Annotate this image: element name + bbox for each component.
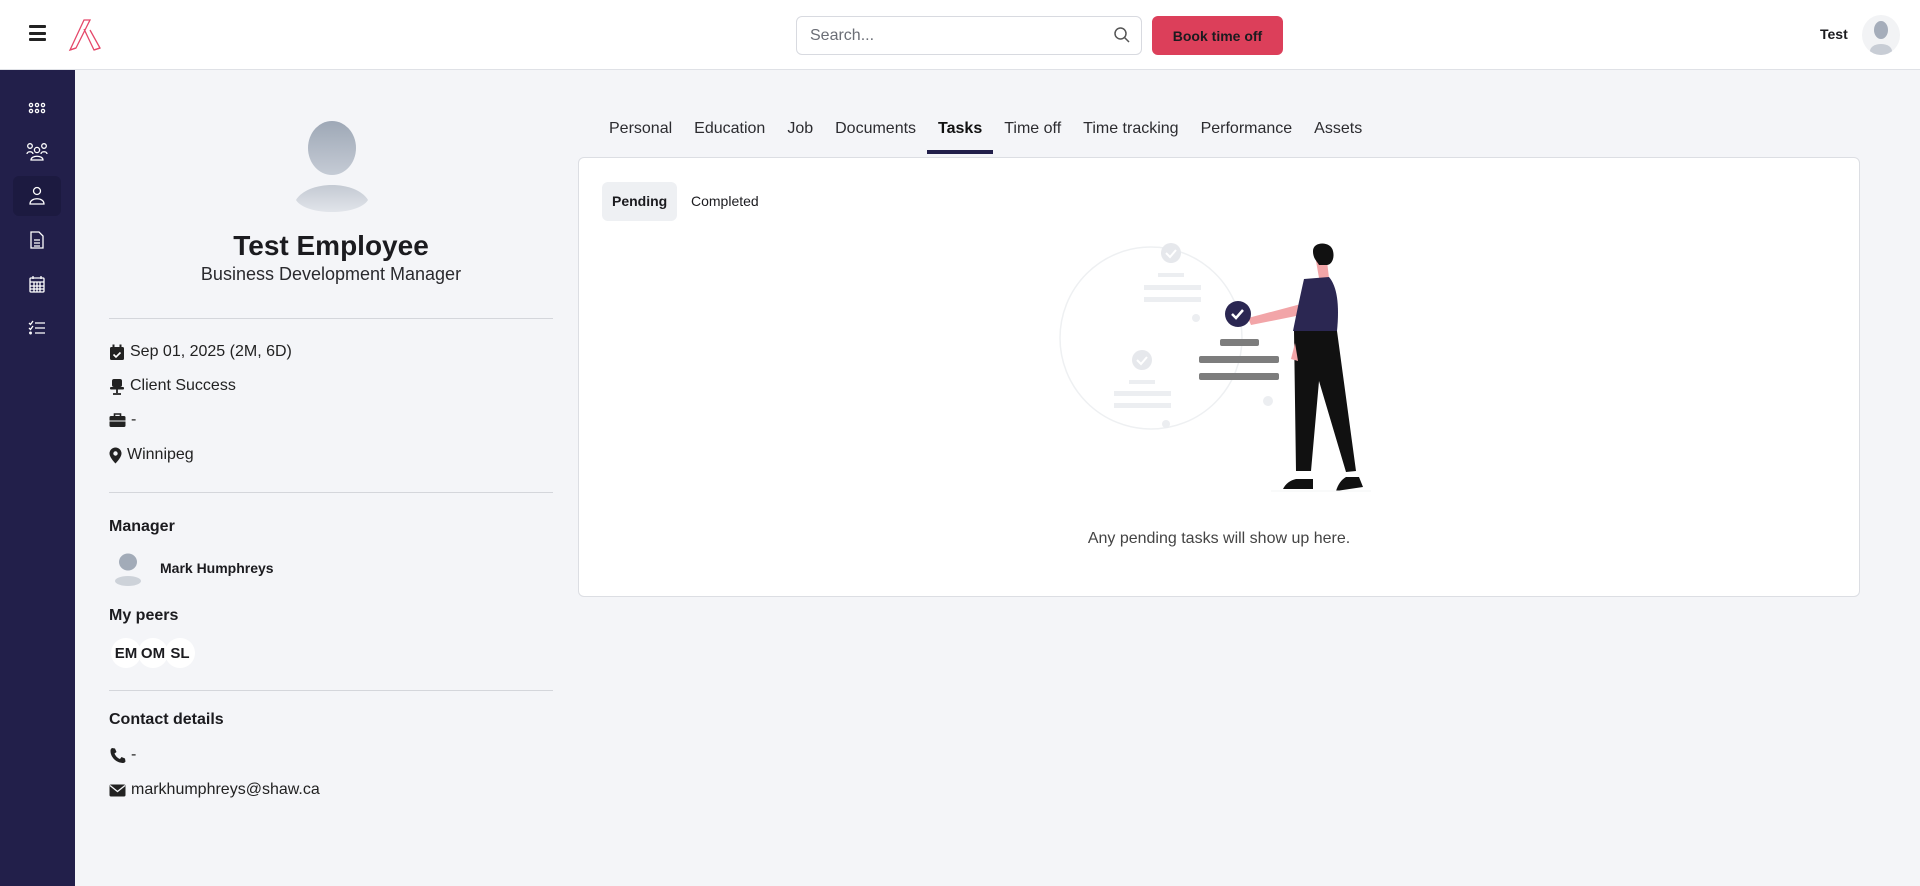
tab-personal[interactable]: Personal [598,118,683,156]
app-logo[interactable] [68,18,106,52]
checklist-icon [28,320,45,335]
sidebar-item-profile[interactable] [13,176,61,216]
tasks-card: Pending Completed Any pending tasks will… [578,157,1860,597]
department-row: Client Success [109,377,236,395]
location-pin-icon [109,447,122,463]
email-row: markhumphreys@shaw.ca [109,781,320,799]
manager-name: Mark Humphreys [160,560,274,576]
subtab-pending[interactable]: Pending [602,182,678,221]
calendar-check-icon [110,344,124,360]
location-row: Winnipeg [109,446,194,464]
menu-icon[interactable] [29,25,46,41]
tab-job[interactable]: Job [776,118,824,156]
divider [109,492,553,493]
person-icon [29,186,45,205]
top-header: Book time off Test [0,0,1920,70]
employee-title: Business Development Manager [200,264,462,284]
sidebar-item-documents[interactable] [13,220,61,260]
sidebar [0,70,75,886]
chair-icon [110,378,124,395]
contact-heading: Contact details [109,711,224,728]
calendar-icon [29,276,45,293]
profile-tabs: Personal Education Job Documents Tasks T… [598,118,1373,156]
search-icon[interactable] [1113,26,1131,44]
email[interactable]: markhumphreys@shaw.ca [131,781,320,799]
employment-type-row: - [109,411,136,429]
user-avatar[interactable] [1862,15,1900,55]
manager-heading: Manager [109,518,175,535]
peer-avatar[interactable]: SL [165,638,195,668]
empty-state-message: Any pending tasks will show up here. [1087,530,1351,547]
employee-name: Test Employee [233,230,429,261]
briefcase-icon [109,412,126,427]
book-time-off-button[interactable]: Book time off [1152,16,1283,55]
sidebar-item-dashboard[interactable] [13,88,61,128]
search-box[interactable] [796,16,1142,55]
envelope-icon [109,784,126,796]
sidebar-item-calendar[interactable] [13,264,61,304]
manager-link[interactable]: Mark Humphreys [112,550,274,586]
sidebar-item-people[interactable] [13,132,61,172]
tab-documents[interactable]: Documents [824,118,927,156]
sidebar-item-tasks[interactable] [13,308,61,348]
start-date-row: Sep 01, 2025 (2M, 6D) [109,343,292,361]
tab-performance[interactable]: Performance [1190,118,1304,156]
phone-icon [110,747,126,763]
peers-list: EM OM SL [111,638,195,668]
search-input[interactable] [797,17,1097,54]
phone-row: - [109,746,136,764]
tab-education[interactable]: Education [683,118,776,156]
peer-avatar[interactable]: OM [138,638,168,668]
apps-icon [28,102,46,114]
tab-tasks[interactable]: Tasks [927,118,994,156]
tab-assets[interactable]: Assets [1303,118,1373,156]
divider [109,318,553,319]
tab-time-off[interactable]: Time off [993,118,1072,156]
divider [109,690,553,691]
subtab-completed[interactable]: Completed [681,182,769,221]
start-date: Sep 01, 2025 (2M, 6D) [130,343,292,360]
manager-avatar [115,553,141,586]
tab-time-tracking[interactable]: Time tracking [1072,118,1189,156]
team-icon [26,143,48,161]
location: Winnipeg [127,446,194,463]
peer-avatar[interactable]: EM [111,638,141,668]
department: Client Success [130,377,236,394]
phone: - [131,746,137,763]
peers-heading: My peers [109,607,179,624]
profile-avatar [296,121,368,212]
document-icon [30,231,44,249]
employment-type: - [131,411,137,428]
user-name[interactable]: Test [1820,26,1848,42]
empty-tasks-illustration [1059,243,1371,492]
